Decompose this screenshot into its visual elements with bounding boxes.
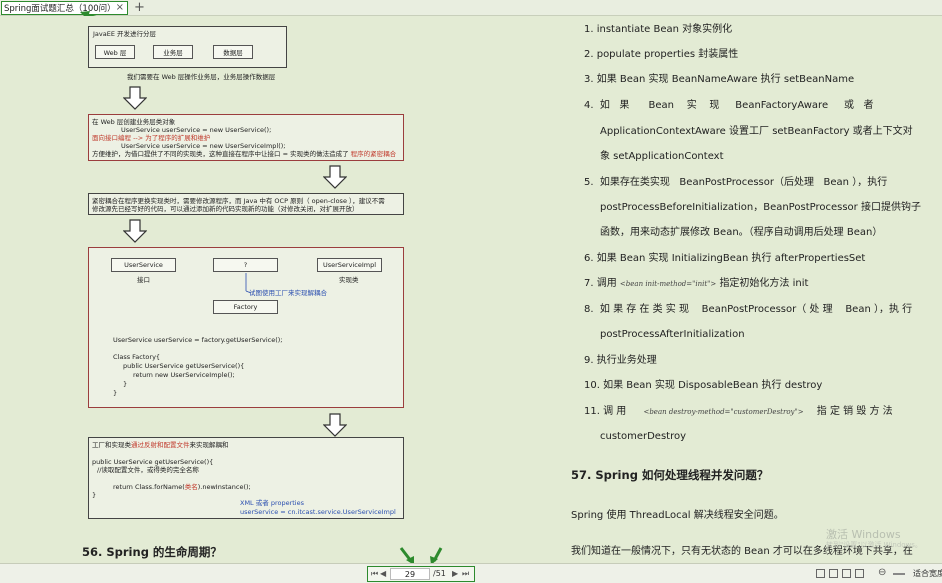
lifecycle-item-11: 11. 调 用 <bean destroy-method="customerDe… — [584, 405, 914, 419]
interface-label: 接口 — [137, 276, 150, 284]
close-icon[interactable]: × — [116, 2, 124, 14]
code-line5: } — [123, 380, 128, 388]
status-bar: ⏮ ◀ 29 /51 ▶ ⏭ ⊖ 适合宽度 — [0, 563, 942, 583]
zoom-out-icon[interactable]: ⊖ — [878, 567, 886, 578]
first-page-icon[interactable]: ⏮ — [371, 569, 378, 579]
box3-line2: 修改源先已经写好的代码，可以通过添加新的代码实现新的功能（对修改关闭，对扩展开放… — [92, 205, 359, 213]
last-page-icon[interactable]: ⏭ — [462, 569, 469, 579]
item11-code: <bean destroy-method="customerDestroy"> — [643, 408, 804, 416]
box5-classname: 类名 — [184, 483, 198, 491]
activation-watermark-sub: 转到"设置"以激活 Windows。 — [826, 541, 922, 549]
lifecycle-item-11-cont: customerDestroy — [600, 431, 687, 442]
down-arrow-icon — [323, 413, 347, 437]
item7-prefix: 7. 调用 — [584, 278, 617, 289]
box2-line4: UserService userService = new UserServic… — [121, 142, 286, 150]
lifecycle-item-6: 6. 如果 Bean 实现 InitializingBean 执行 afterP… — [584, 253, 866, 264]
concurrency-heading: 57. Spring 如何处理线程并发问题？ — [571, 468, 769, 482]
coupling-box: 在 Web 层创建业务层类对象 UserService userService … — [88, 114, 404, 161]
box5-line1: 工厂和实现类通过反射和配置文件来实现解耦和 — [92, 441, 229, 449]
factory-box: UserService ? UserServiceImpl 接口 实现类 试图使… — [88, 247, 404, 408]
reflection-box: 工厂和实现类通过反射和配置文件来实现解耦和 public UserService… — [88, 437, 404, 519]
box2-line3: 面向接口编程 --> 为了程序的扩展和维护 — [92, 134, 211, 142]
xml-note1: XML 或者 properties — [240, 499, 304, 507]
lifecycle-item-8-cont: postProcessAfterInitialization — [600, 329, 745, 340]
note-1: 我们需要在 Web 层操作业务层，业务层操作数据层 — [127, 73, 276, 81]
down-arrow-icon — [123, 86, 147, 110]
userservice-node: UserService — [111, 258, 176, 272]
lifecycle-item-5: 5. 如果存在类实现 BeanPostProcessor（后处理 Bean ），… — [584, 177, 888, 188]
lifecycle-item-4: 4. 如 果 Bean 实 现 BeanFactoryAware 或 者 — [584, 100, 874, 111]
box5-line4c: ).newInstance(); — [197, 483, 251, 491]
add-tab-icon[interactable]: + — [134, 0, 145, 15]
down-arrow-icon — [323, 165, 347, 189]
left-page: JavaEE 开发进行分层 Web 层 业务层 数据层 我们需要在 Web 层操… — [0, 16, 552, 563]
item7-code: <bean init-method="init"> — [619, 280, 717, 288]
lifecycle-item-5-cont2: 函数，用来动态扩展修改 Bean。（程序自动调用后处理 Bean） — [600, 227, 883, 238]
lifecycle-item-9: 9. 执行业务处理 — [584, 355, 657, 366]
box5-line1c: 来实现解耦和 — [189, 441, 229, 449]
box2-line5: 方便维护，为借口提供了不同的实现类，这种直接在程序中让接口 = 实现类的做法造成… — [92, 150, 396, 158]
page-total: /51 — [433, 569, 446, 578]
book-view-icon[interactable] — [855, 569, 864, 578]
lifecycle-heading: 56. Spring 的生命周期？ — [82, 545, 222, 559]
continuous-view-icon[interactable] — [842, 569, 851, 578]
paragraph-threadlocal: Spring 使用 ThreadLocal 解决线程安全问题。 — [571, 510, 784, 521]
lifecycle-item-1: 1. instantiate Bean 对象实例化 — [584, 24, 733, 35]
lifecycle-item-8: 8. 如 果 存 在 类 实 现 BeanPostProcessor（ 处 理 … — [584, 304, 913, 315]
lifecycle-item-5-cont: postProcessBeforeInitialization，BeanPost… — [600, 202, 921, 213]
service-layer: 业务层 — [153, 45, 193, 59]
data-layer: 数据层 — [213, 45, 253, 59]
code-line1: UserService userService = factory.getUse… — [113, 336, 283, 344]
fit-width-button[interactable]: 适合宽度 — [913, 568, 942, 579]
lifecycle-item-4-cont2: 象 setApplicationContext — [600, 151, 724, 162]
box5-line4: return Class.forName(类名).newInstance(); — [113, 483, 251, 491]
unknown-node: ? — [213, 258, 278, 272]
down-arrow-icon — [123, 219, 147, 243]
double-page-view-icon[interactable] — [829, 569, 838, 578]
connector-icon — [245, 273, 251, 294]
box5-line1a: 工厂和实现类 — [92, 441, 131, 449]
box5-line4a: return Class.forName( — [113, 483, 185, 491]
factory-note: 试图使用工厂来实现解耦合 — [249, 289, 327, 297]
zoom-slider[interactable] — [893, 573, 905, 575]
lifecycle-item-7: 7. 调用 <bean init-method="init"> 指定初始化方法 … — [584, 277, 914, 291]
single-page-view-icon[interactable] — [816, 569, 825, 578]
box2-line1: 在 Web 层创建业务层类对象 — [92, 118, 176, 126]
item11-prefix: 11. 调 用 — [584, 406, 627, 417]
lifecycle-item-10: 10. 如果 Bean 实现 DisposableBean 执行 destroy — [584, 380, 823, 391]
lifecycle-item-4-cont: ApplicationContextAware 设置工厂 setBeanFact… — [600, 126, 913, 137]
code-line6: } — [113, 389, 118, 397]
next-page-icon[interactable]: ▶ — [452, 569, 458, 578]
lifecycle-item-2: 2. populate properties 封装属性 — [584, 49, 739, 60]
item11-suffix: 指 定 销 毁 方 法 — [816, 406, 893, 417]
lifecycle-item-3: 3. 如果 Bean 实现 BeanNameAware 执行 setBeanNa… — [584, 74, 855, 85]
layers-box: JavaEE 开发进行分层 Web 层 业务层 数据层 — [88, 26, 287, 68]
factory-node: Factory — [213, 300, 278, 314]
box2-line2: UserService userService = new UserServic… — [121, 126, 272, 134]
code-line2: Class Factory{ — [113, 353, 161, 361]
tab-bar: Spring面试题汇总（100问） × + — [0, 0, 942, 16]
page-navigator: ⏮ ◀ 29 /51 ▶ ⏭ — [367, 566, 475, 582]
box-title: JavaEE 开发进行分层 — [93, 30, 157, 38]
ocp-box: 紧密耦合在程序更换实现类时，需要修改源程序，而 Java 中有 OCP 原则（ … — [88, 193, 404, 215]
impl-label: 实现类 — [339, 276, 359, 284]
impl-node: UserServiceImpl — [317, 258, 382, 272]
page-number-input[interactable]: 29 — [390, 568, 430, 580]
prev-page-icon[interactable]: ◀ — [380, 569, 386, 578]
box5-line2: public UserService getUserService(){ — [92, 458, 214, 466]
box3-line1: 紧密耦合在程序更换实现类时，需要修改源程序，而 Java 中有 OCP 原则（ … — [92, 197, 385, 205]
box2-line5-text: 方便维护，为借口提供了不同的实现类，这种直接在程序中让接口 = 实现类的做法造成… — [92, 150, 349, 158]
code-line3: public UserService getUserService(){ — [123, 362, 245, 370]
item7-suffix: 指定初始化方法 init — [719, 278, 809, 289]
box5-highlight: 通过反射和配置文件 — [131, 441, 190, 449]
web-layer: Web 层 — [95, 45, 135, 59]
box5-line5: } — [92, 491, 97, 499]
code-line4: return new UserServiceImple(); — [133, 371, 235, 379]
xml-note2: userService = cn.itcast.service.UserServ… — [240, 508, 396, 516]
box5-line3: //读取配置文件，或得类的完全名称 — [97, 466, 199, 474]
box2-highlight: 程序的紧密耦合 — [350, 150, 397, 158]
right-page: 1. instantiate Bean 对象实例化 2. populate pr… — [556, 16, 942, 563]
